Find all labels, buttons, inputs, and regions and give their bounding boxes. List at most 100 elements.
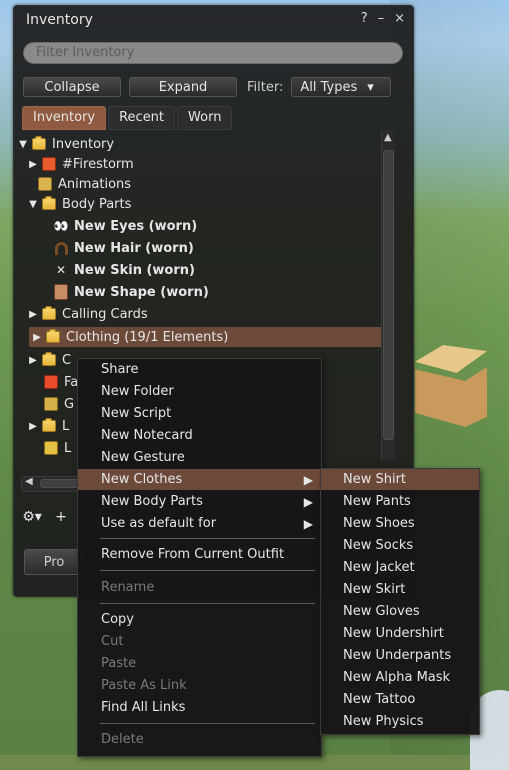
menu-item-remove-from-current-outfit[interactable]: Remove From Current Outfit xyxy=(78,544,321,565)
tree-item-label: Inventory xyxy=(52,136,115,152)
tree-item-label: L xyxy=(62,418,70,434)
submenu-item-label: New Shoes xyxy=(343,516,415,531)
submenu-item-new-undershirt[interactable]: New Undershirt xyxy=(321,623,479,644)
inventory-context-menu: Share New Folder New Script New Notecard… xyxy=(77,358,322,757)
animations-folder-icon xyxy=(38,177,52,191)
collapsed-arrow-icon[interactable]: ▶ xyxy=(32,332,42,343)
submenu-arrow-icon: ▶ xyxy=(303,494,313,509)
tree-item-label: New Hair (worn) xyxy=(74,240,194,256)
menu-item-rename: Rename xyxy=(78,577,321,598)
submenu-item-label: New Gloves xyxy=(343,604,420,619)
expand-button[interactable]: Expand xyxy=(129,77,237,97)
tree-item-skin[interactable]: ✕ New Skin (worn) xyxy=(54,260,195,280)
menu-item-new-script[interactable]: New Script xyxy=(78,403,321,424)
tree-item-l2[interactable]: L xyxy=(44,438,71,458)
menu-item-new-body-parts[interactable]: New Body Parts ▶ xyxy=(78,491,321,512)
submenu-item-new-alpha-mask[interactable]: New Alpha Mask xyxy=(321,667,479,688)
tree-item-label: New Skin (worn) xyxy=(74,262,195,278)
gear-menu-icon[interactable]: ⚙▾ xyxy=(20,508,44,526)
filter-label: Filter: xyxy=(247,79,284,95)
menu-item-new-clothes[interactable]: New Clothes ▶ xyxy=(78,469,321,490)
tree-item-label: Calling Cards xyxy=(62,306,148,322)
favorites-folder-icon xyxy=(44,375,58,389)
menu-item-new-gesture[interactable]: New Gesture xyxy=(78,447,321,468)
submenu-item-new-tattoo[interactable]: New Tattoo xyxy=(321,689,479,710)
submenu-item-new-jacket[interactable]: New Jacket xyxy=(321,557,479,578)
tree-item-fa[interactable]: Fa xyxy=(44,372,78,392)
collapsed-arrow-icon[interactable]: ▶ xyxy=(28,159,38,170)
chevron-down-icon: ▾ xyxy=(367,79,374,95)
collapsed-arrow-icon[interactable]: ▶ xyxy=(28,421,38,432)
expand-label: Expand xyxy=(158,79,208,95)
collapsed-arrow-icon[interactable]: ▶ xyxy=(28,309,38,320)
submenu-item-label: New Physics xyxy=(343,714,424,729)
tree-item-label: New Shape (worn) xyxy=(74,284,209,300)
menu-item-use-as-default-for[interactable]: Use as default for ▶ xyxy=(78,513,321,534)
window-title: Inventory xyxy=(26,12,93,28)
scroll-thumb[interactable] xyxy=(383,150,394,440)
tree-item-eyes[interactable]: 👀 New Eyes (worn) xyxy=(54,216,198,236)
tree-item-g[interactable]: G xyxy=(44,394,74,414)
tab-worn[interactable]: Worn xyxy=(177,106,233,130)
tab-recent-label: Recent xyxy=(119,110,165,125)
submenu-item-new-skirt[interactable]: New Skirt xyxy=(321,579,479,600)
tree-item-shape[interactable]: New Shape (worn) xyxy=(54,282,209,302)
tree-item-hair[interactable]: New Hair (worn) xyxy=(54,238,194,258)
menu-item-share[interactable]: Share xyxy=(78,359,321,380)
minimize-icon[interactable]: – xyxy=(378,11,385,26)
tree-item-animations[interactable]: Animations xyxy=(38,174,131,194)
filter-inventory-input[interactable]: Filter Inventory xyxy=(23,42,403,64)
menu-item-label: Rename xyxy=(101,580,155,595)
submenu-item-new-pants[interactable]: New Pants xyxy=(321,491,479,512)
clothing-folder-icon xyxy=(46,329,60,344)
tree-item-inventory[interactable]: ▼ Inventory xyxy=(18,134,114,154)
tree-vertical-scrollbar[interactable]: ▲ xyxy=(381,130,395,460)
submenu-item-new-socks[interactable]: New Socks xyxy=(321,535,479,556)
collapse-button[interactable]: Collapse xyxy=(23,77,121,97)
submenu-item-new-shoes[interactable]: New Shoes xyxy=(321,513,479,534)
gestures-folder-icon xyxy=(44,397,58,411)
menu-separator xyxy=(100,570,315,571)
tree-item-l1[interactable]: ▶ L xyxy=(28,416,69,436)
submenu-item-new-gloves[interactable]: New Gloves xyxy=(321,601,479,622)
tree-item-label: C xyxy=(62,352,72,368)
expanded-arrow-icon[interactable]: ▼ xyxy=(18,139,28,150)
menu-item-label: Paste As Link xyxy=(101,678,187,693)
menu-item-label: Copy xyxy=(101,612,134,627)
close-icon[interactable]: × xyxy=(394,11,405,26)
tab-recent[interactable]: Recent xyxy=(108,106,176,130)
submenu-item-new-shirt[interactable]: New Shirt xyxy=(321,469,479,490)
menu-item-find-all-links[interactable]: Find All Links xyxy=(78,697,321,718)
submenu-item-label: New Shirt xyxy=(343,472,407,487)
menu-item-label: Cut xyxy=(101,634,124,649)
menu-item-new-notecard[interactable]: New Notecard xyxy=(78,425,321,446)
menu-item-cut: Cut xyxy=(78,631,321,652)
menu-item-copy[interactable]: Copy xyxy=(78,609,321,630)
world-cube-object[interactable] xyxy=(407,345,487,427)
submenu-arrow-icon: ▶ xyxy=(303,516,313,531)
menu-item-label: Share xyxy=(101,362,139,377)
help-icon[interactable]: ? xyxy=(361,11,368,26)
menu-item-new-folder[interactable]: New Folder xyxy=(78,381,321,402)
scroll-up-icon[interactable]: ▲ xyxy=(384,132,392,143)
lost-and-found-folder-icon xyxy=(44,441,58,455)
tree-item-c[interactable]: ▶ C xyxy=(28,350,71,370)
add-icon[interactable]: + xyxy=(52,508,70,526)
expanded-arrow-icon[interactable]: ▼ xyxy=(28,199,38,210)
collapsed-arrow-icon[interactable]: ▶ xyxy=(28,355,38,366)
tree-item-calling-cards[interactable]: ▶ Calling Cards xyxy=(28,304,148,324)
submenu-item-new-physics[interactable]: New Physics xyxy=(321,711,479,732)
window-titlebar[interactable]: Inventory ? – × xyxy=(14,6,413,36)
types-select[interactable]: All Types ▾ xyxy=(291,77,392,97)
submenu-item-label: New Pants xyxy=(343,494,411,509)
tree-item-body-parts[interactable]: ▼ Body Parts xyxy=(28,194,131,214)
tree-item-clothing[interactable]: ▶ Clothing (19/1 Elements) xyxy=(29,327,394,347)
tab-inventory[interactable]: Inventory xyxy=(22,106,107,130)
submenu-item-new-underpants[interactable]: New Underpants xyxy=(321,645,479,666)
scroll-left-icon[interactable]: ◀ xyxy=(25,476,33,487)
properties-button[interactable]: Pro xyxy=(24,549,84,575)
tree-item-firestorm[interactable]: ▶ #Firestorm xyxy=(28,154,134,174)
menu-item-delete: Delete xyxy=(78,729,321,750)
menu-item-label: New Body Parts xyxy=(101,494,203,509)
menu-separator xyxy=(100,723,315,724)
